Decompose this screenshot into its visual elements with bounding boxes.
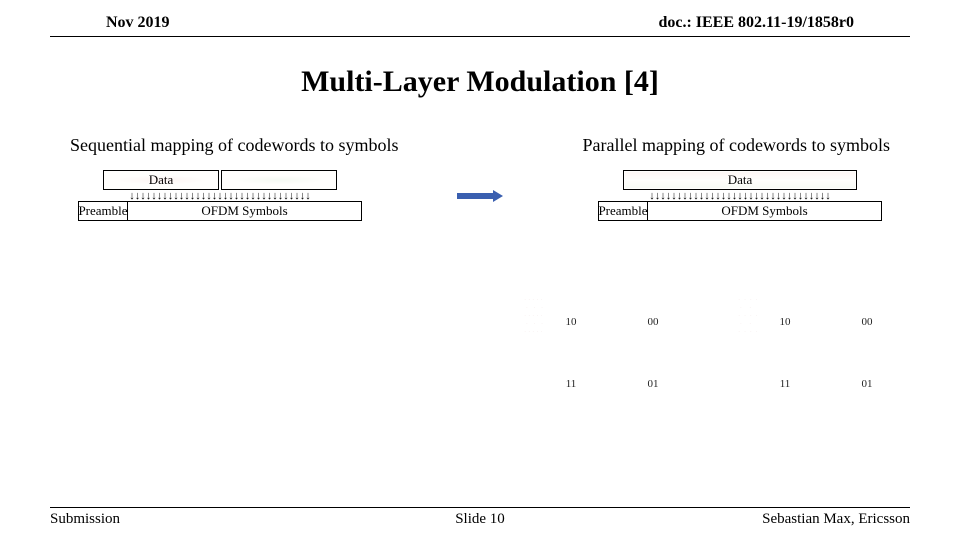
const-a-tl: 10 — [541, 316, 601, 328]
constellation-b: · · · · · · · · · · · · · · · · 10 00 11… — [744, 302, 908, 422]
right-ofdm: OFDM Symbols — [648, 201, 882, 221]
left-diagram: Data ↓↓↓↓↓↓↓↓↓↓↓↓↓↓↓↓↓↓↓↓↓↓↓↓↓↓↓↓↓↓↓↓↓ P… — [78, 170, 362, 221]
arrow-right-icon — [457, 190, 503, 202]
doc-header: Nov 2019 doc.: IEEE 802.11-19/1858r0 — [50, 0, 910, 37]
left-arrows: ↓↓↓↓↓↓↓↓↓↓↓↓↓↓↓↓↓↓↓↓↓↓↓↓↓↓↓↓↓↓↓↓↓ — [129, 192, 311, 201]
const-b-bl: 11 — [755, 378, 815, 390]
left-ofdm: OFDM Symbols — [128, 201, 362, 221]
header-docnum: doc.: IEEE 802.11-19/1858r0 — [658, 14, 854, 32]
slide-number: Slide 10 — [0, 511, 960, 528]
const-a-bl: 11 — [541, 378, 601, 390]
right-data-box: Data — [623, 170, 857, 190]
constellation-a: · · · · · · · · · · · · · · · · · · · · … — [530, 302, 694, 422]
right-diagram: Data ↓↓↓↓↓↓↓↓↓↓↓↓↓↓↓↓↓↓↓↓↓↓↓↓↓↓↓↓↓↓↓↓↓ P… — [598, 170, 882, 221]
right-heading: Parallel mapping of codewords to symbols — [583, 135, 890, 156]
left-preamble: Preamble — [78, 201, 128, 221]
left-data-box-2 — [221, 170, 337, 190]
header-date: Nov 2019 — [106, 14, 170, 32]
const-b-tl: 10 — [755, 316, 815, 328]
const-b-tr: 00 — [837, 316, 897, 328]
const-a-br: 01 — [623, 378, 683, 390]
right-preamble: Preamble — [598, 201, 648, 221]
const-a-tr: 00 — [623, 316, 683, 328]
page-title: Multi-Layer Modulation [4] — [0, 65, 960, 99]
left-data-box-1: Data — [103, 170, 219, 190]
left-heading: Sequential mapping of codewords to symbo… — [70, 135, 398, 156]
const-b-br: 01 — [837, 378, 897, 390]
constellations: · · · · · · · · · · · · · · · · · · · · … — [530, 302, 908, 422]
right-arrows: ↓↓↓↓↓↓↓↓↓↓↓↓↓↓↓↓↓↓↓↓↓↓↓↓↓↓↓↓↓↓↓↓↓ — [649, 192, 831, 201]
